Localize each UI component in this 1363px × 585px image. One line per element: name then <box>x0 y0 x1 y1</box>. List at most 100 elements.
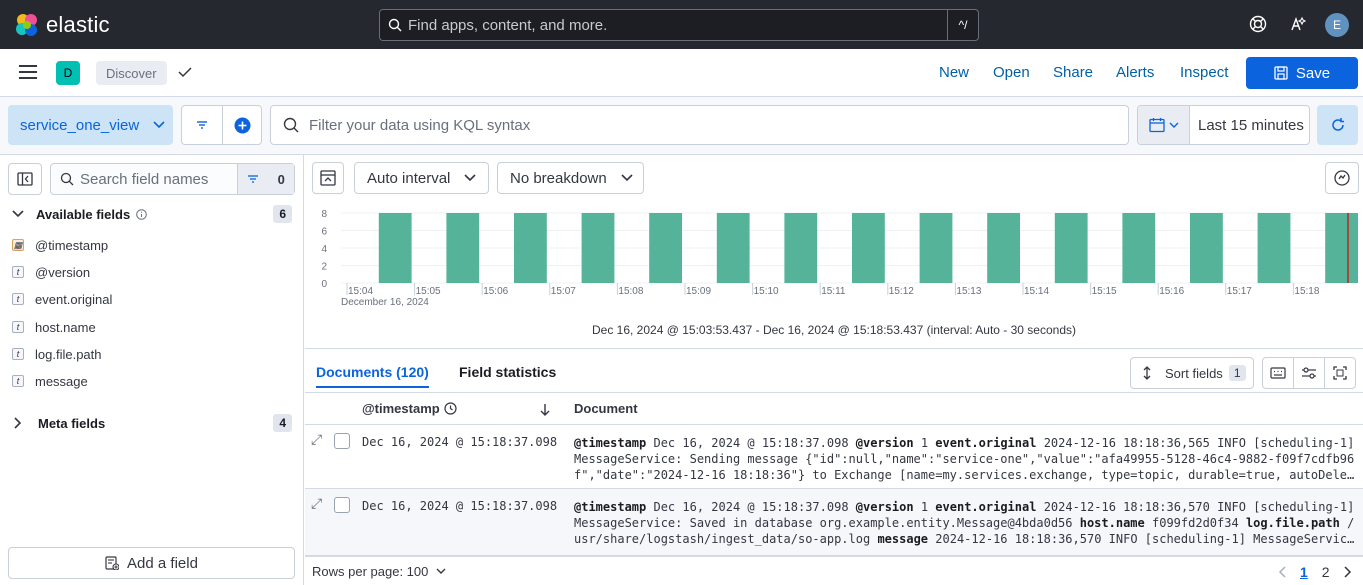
date-picker[interactable]: Last 15 minutes <box>1137 105 1310 145</box>
histogram-bar <box>446 213 480 283</box>
data-view-picker[interactable]: service_one_view <box>8 105 173 145</box>
field-name: @timestamp <box>35 237 109 253</box>
histogram-bar <box>1325 213 1358 283</box>
doc-line-2: MessageService: Sending message {"id":nu… <box>574 452 1355 466</box>
histogram-chart: 8 6 4 2 0 15:04 15:05 15:06 15:07 15:08 15:09 15:10… <box>321 209 1358 308</box>
field-name: message <box>35 373 88 389</box>
timestamp-column-header[interactable]: @timestamp <box>362 401 457 416</box>
share-link[interactable]: Share <box>1053 64 1093 81</box>
x-tick-label: 15:18 <box>1294 286 1319 297</box>
kql-query-input[interactable]: Filter your data using KQL syntax <box>270 105 1129 145</box>
breadcrumb[interactable]: Discover <box>96 61 167 85</box>
user-avatar[interactable]: E <box>1325 13 1349 37</box>
sort-fields-label: Sort fields <box>1165 365 1223 381</box>
field-name: host.name <box>35 319 96 335</box>
tab-field-statistics[interactable]: Field statistics <box>459 364 556 388</box>
hide-chart-button[interactable] <box>312 162 344 194</box>
histogram-bar <box>1190 213 1223 283</box>
x-tick-label: 15:13 <box>956 286 981 297</box>
brand-name: elastic <box>46 12 110 37</box>
keyboard-shortcuts-button[interactable] <box>1262 357 1294 389</box>
histogram-bar <box>784 213 818 283</box>
field-name: event.original <box>35 291 113 307</box>
field-search-placeholder: Search field names <box>80 170 209 188</box>
chart-options-button[interactable] <box>1325 162 1359 194</box>
sort-fields-button[interactable]: Sort fields 1 <box>1130 357 1254 389</box>
time-range-label: Last 15 minutes <box>1198 116 1304 134</box>
new-link[interactable]: New <box>939 64 969 81</box>
document-column-header[interactable]: Document <box>574 401 638 416</box>
timestamp-header-label: @timestamp <box>362 401 440 416</box>
available-fields-toggle[interactable]: Available fields 6 <box>12 203 292 225</box>
sort-descending-icon[interactable] <box>539 403 551 416</box>
table-row[interactable]: ⤢ Dec 16, 2024 @ 15:18:37.098 @timestamp… <box>305 425 1363 489</box>
x-tick-label: 15:05 <box>416 286 441 297</box>
chevron-down-icon <box>153 121 165 129</box>
refresh-button[interactable] <box>1317 105 1358 145</box>
query-bar: service_one_view Filter your data using … <box>0 97 1363 155</box>
collapse-sidebar-button[interactable] <box>8 163 42 195</box>
help-icon[interactable] <box>1249 15 1267 33</box>
interval-select[interactable]: Auto interval <box>354 162 489 194</box>
row-select-checkbox[interactable] <box>334 497 350 513</box>
tab-documents[interactable]: Documents (120) <box>316 364 429 388</box>
space-avatar[interactable]: D <box>56 61 80 85</box>
histogram-bar <box>1257 213 1291 283</box>
histogram-bar <box>716 213 750 283</box>
field-item-version[interactable]: t @version <box>12 261 90 283</box>
add-field-button[interactable]: Add a field <box>8 547 295 579</box>
filter-icon[interactable] <box>195 119 209 131</box>
doc-line-1: @timestamp Dec 16, 2024 @ 15:18:37.098 @… <box>574 499 1357 515</box>
histogram-bar <box>514 213 547 283</box>
available-fields-label: Available fields <box>36 206 131 222</box>
chart-toggle-icon <box>320 170 336 186</box>
field-search-input[interactable]: Search field names 0 <box>50 163 295 195</box>
keyboard-icon <box>1270 367 1286 379</box>
doc-field-value: / <box>1347 516 1355 530</box>
chevron-right-icon[interactable] <box>1344 566 1352 578</box>
field-list-sidebar: Search field names 0 Available fields 6 … <box>0 155 304 585</box>
page-1-button[interactable]: 1 <box>1300 564 1308 580</box>
expand-row-icon[interactable]: ⤢ <box>311 495 322 512</box>
add-field-label: Add a field <box>127 554 198 572</box>
global-search-input[interactable]: Find apps, content, and more. ^/ <box>379 9 979 41</box>
text-type-icon: t <box>12 293 24 305</box>
pagination: 1 2 <box>1278 564 1352 580</box>
save-button[interactable]: Save <box>1246 57 1358 89</box>
page-2-button[interactable]: 2 <box>1322 564 1330 580</box>
rows-per-page-select[interactable]: Rows per page: 100 <box>312 564 446 579</box>
expand-row-icon[interactable]: ⤢ <box>311 431 322 448</box>
field-item-event-original[interactable]: t event.original <box>12 288 112 310</box>
field-item-timestamp[interactable]: ▦ @timestamp <box>12 234 108 256</box>
inspect-link[interactable]: Inspect <box>1180 64 1228 81</box>
display-settings-button[interactable] <box>1293 357 1325 389</box>
chevron-left-icon[interactable] <box>1278 566 1286 578</box>
ai-assistant-icon[interactable] <box>1289 15 1307 33</box>
histogram-bar <box>1122 213 1156 283</box>
fullscreen-button[interactable] <box>1324 357 1356 389</box>
alerts-link[interactable]: Alerts <box>1116 64 1154 81</box>
row-select-checkbox[interactable] <box>334 433 350 449</box>
breakdown-label: No breakdown <box>510 169 607 187</box>
field-item-host-name[interactable]: t host.name <box>12 316 96 338</box>
meta-fields-toggle[interactable]: Meta fields 4 <box>12 412 292 434</box>
hamburger-menu-icon[interactable] <box>19 65 37 79</box>
doc-field-key: event.original <box>935 500 1037 514</box>
save-icon <box>1274 66 1288 80</box>
doc-field-key: host.name <box>1079 516 1145 530</box>
info-icon <box>136 208 147 220</box>
breakdown-select[interactable]: No breakdown <box>497 162 644 194</box>
clock-icon <box>444 402 457 415</box>
x-tick-label: 15:17 <box>1227 286 1252 297</box>
text-type-icon: t <box>12 321 24 333</box>
open-link[interactable]: Open <box>993 64 1030 81</box>
table-row[interactable]: ⤢ Dec 16, 2024 @ 15:18:37.098 @timestamp… <box>305 489 1363 556</box>
field-filter-count: 0 <box>277 171 285 187</box>
field-item-log-file-path[interactable]: t log.file.path <box>12 343 102 365</box>
field-name: @version <box>35 264 91 280</box>
add-filter-icon[interactable] <box>234 117 251 134</box>
elastic-logo[interactable]: elastic <box>14 12 110 38</box>
quick-menu-button[interactable] <box>1138 106 1190 144</box>
field-type-filter-button[interactable]: 0 <box>237 164 294 194</box>
field-item-message[interactable]: t message <box>12 370 88 392</box>
